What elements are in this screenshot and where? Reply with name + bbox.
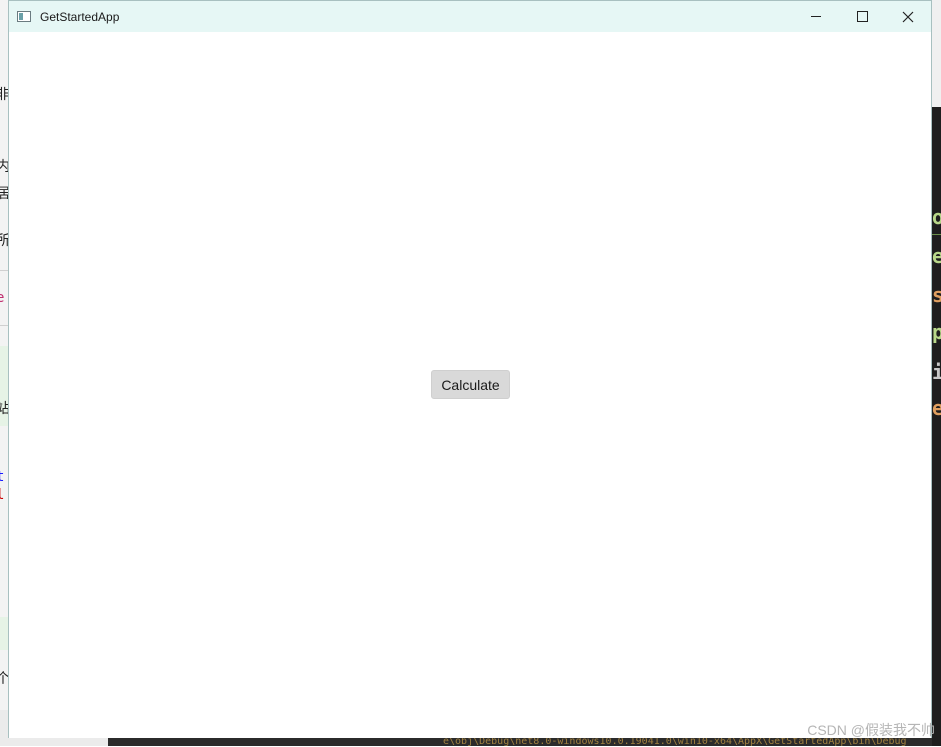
calculate-button[interactable]: Calculate [431,370,510,399]
bg-text-fragment: e [0,290,5,306]
bg-code-fragment: o [932,205,941,229]
bg-text-fragment: t [0,469,5,485]
bg-code-fragment: e [932,396,941,420]
app-window: GetStartedApp Calculate [8,0,932,738]
bg-code-fragment: i [932,360,941,384]
title-bar[interactable]: GetStartedApp [9,1,931,32]
maximize-button[interactable] [839,1,885,32]
background-light-area [932,0,941,107]
app-window-icon [17,11,31,22]
maximize-icon [856,11,868,22]
bg-code-fragment: e [932,244,941,268]
bg-text-fragment: l [0,487,5,503]
close-icon [902,11,914,22]
bg-code-fragment: p [932,320,941,344]
caption-buttons [793,1,931,32]
window-title: GetStartedApp [40,9,120,24]
bg-code-fragment: s [932,283,941,307]
background-right-strip: o e s p i e [932,0,941,746]
minimize-button[interactable] [793,1,839,32]
app-content: Calculate [9,32,931,738]
close-button[interactable] [885,1,931,32]
minimize-icon [811,16,821,17]
divider [932,234,941,235]
watermark: CSDN @假装我不帅 [807,722,935,738]
